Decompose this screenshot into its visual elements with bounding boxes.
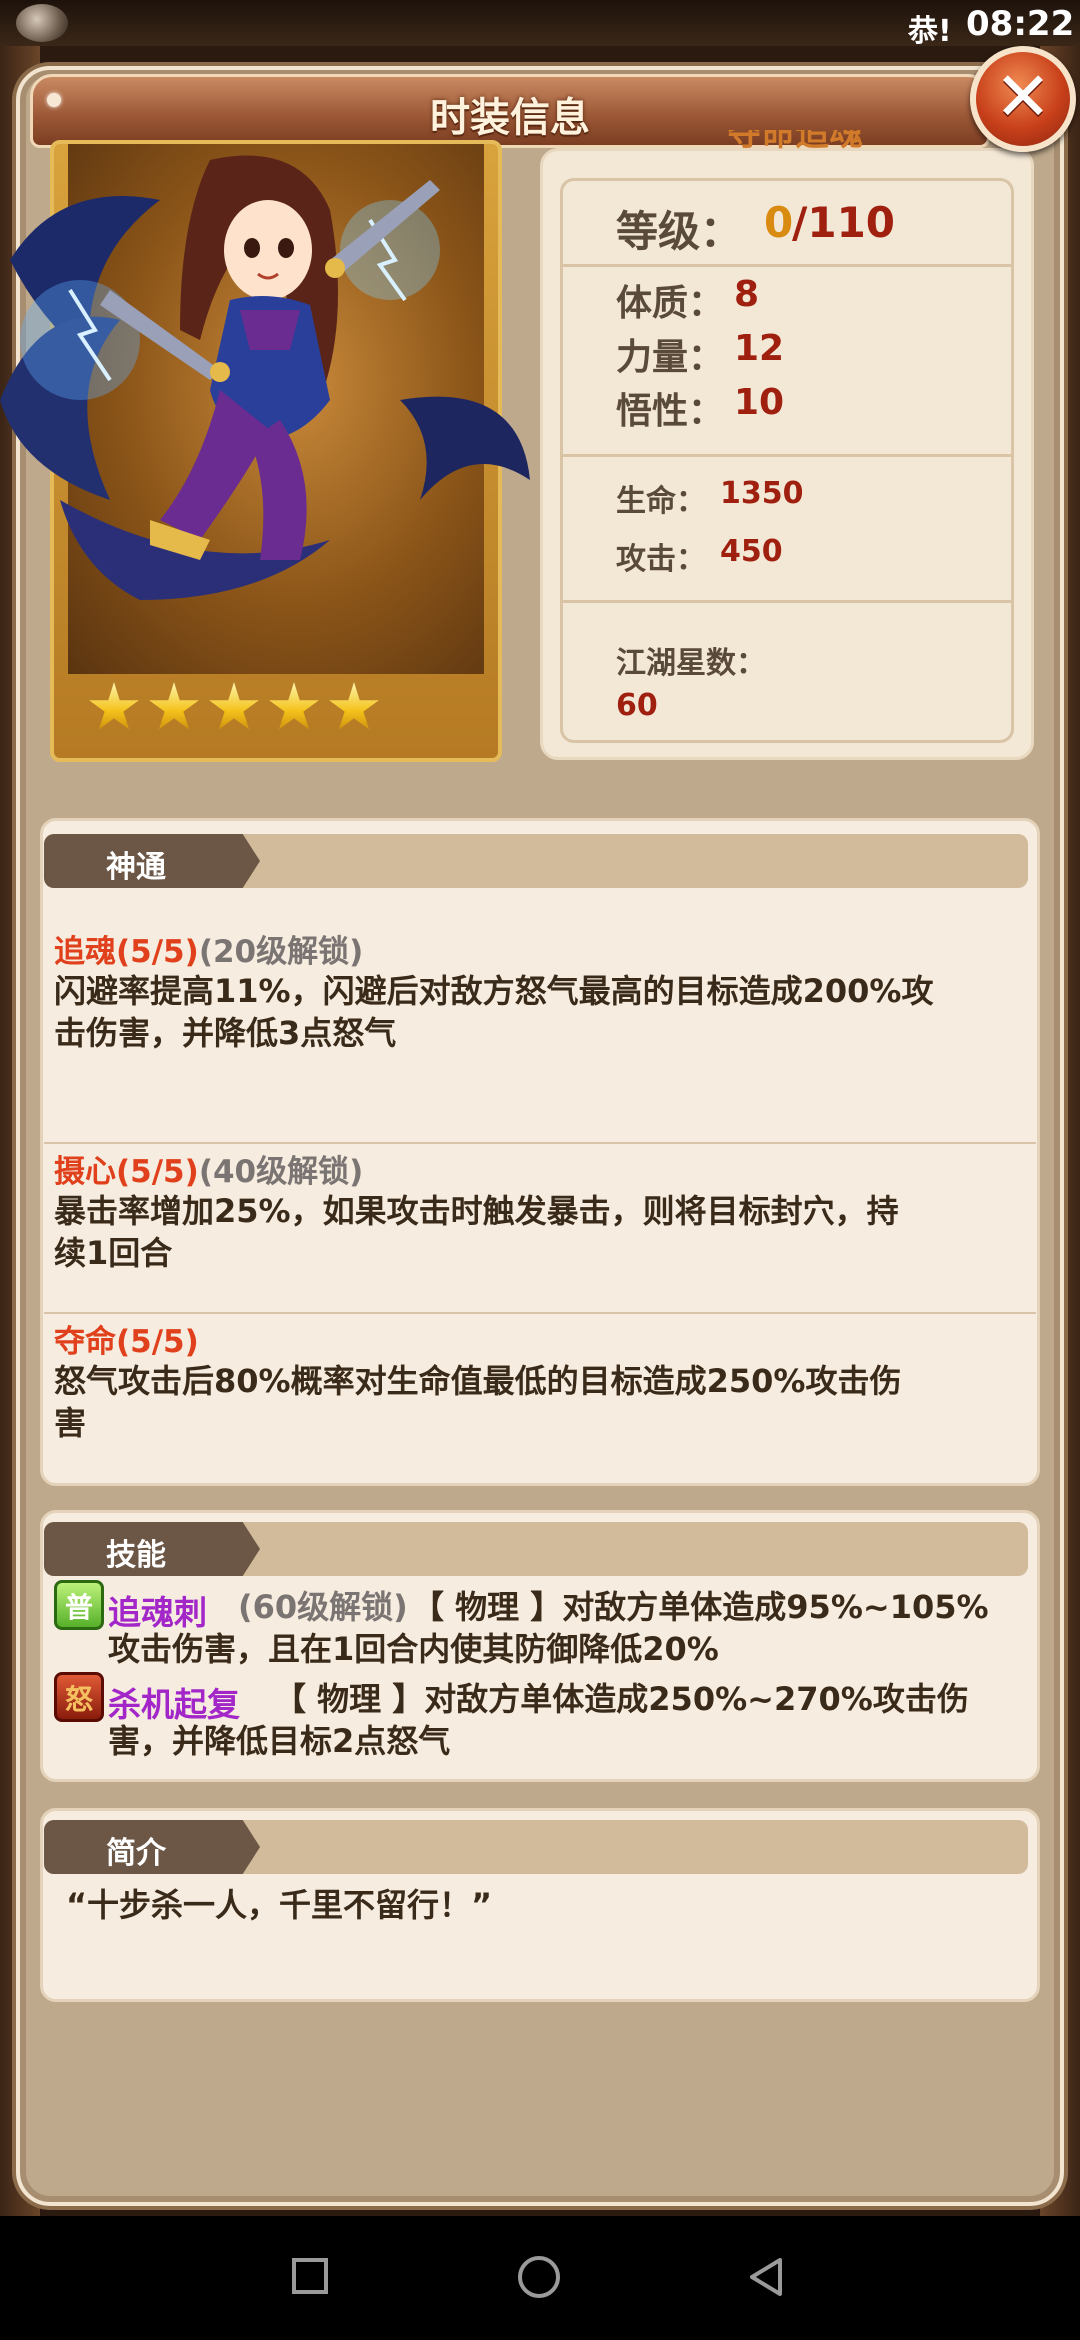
- skill-desc-line1: 【 物理 】对敌方单体造成250%~270%攻击伤: [274, 1680, 969, 1718]
- stats-divider: [563, 454, 1011, 457]
- skill-name: 杀机起复: [108, 1685, 240, 1724]
- jianghu-stars-value: 60: [616, 688, 658, 723]
- home-button[interactable]: [518, 2256, 560, 2298]
- skills-title: 技能: [106, 1538, 166, 1573]
- intro-quote: “十步杀一人，千里不留行！”: [66, 1886, 493, 1924]
- attack-label: 攻击：: [616, 542, 706, 577]
- rage-skill-icon[interactable]: 怒: [54, 1672, 104, 1722]
- hp-label: 生命：: [616, 484, 706, 519]
- passive-skill-desc: 暴击率增加25%，如果攻击时触发暴击，则将目标封穴，持 续1回合: [54, 1192, 899, 1272]
- back-button[interactable]: [746, 2256, 786, 2298]
- level-label: 等级：: [616, 207, 743, 256]
- skill-separator: [44, 1142, 1036, 1144]
- star-icon: [209, 682, 259, 730]
- attr-value-constitution: 8: [734, 274, 760, 315]
- recent-apps-button[interactable]: [292, 2258, 328, 2294]
- attr-value-strength: 12: [734, 328, 785, 369]
- shentong-tag: 神通: [44, 834, 260, 888]
- level-current: 0: [764, 198, 794, 247]
- skills-tag: 技能: [44, 1522, 260, 1576]
- star-icon: [149, 682, 199, 730]
- status-notification: 恭!: [908, 14, 952, 49]
- stats-divider: [563, 600, 1011, 603]
- attr-value-insight: 10: [734, 382, 785, 423]
- passive-skill-name: 夺命(5/5): [54, 1324, 199, 1360]
- star-icon: [329, 682, 379, 730]
- star-icon: [269, 682, 319, 730]
- passive-skill-name: 追魂(5/5)(20级解锁): [54, 934, 364, 970]
- status-time: 08:22: [966, 4, 1075, 44]
- level-max: /110: [792, 198, 896, 247]
- skill-lock: (60级解锁): [238, 1588, 408, 1626]
- attr-label-constitution: 体质：: [616, 283, 725, 324]
- jianghu-stars-label: 江湖星数：: [616, 646, 766, 681]
- skill-desc-line2: 害，并降低目标2点怒气: [108, 1722, 451, 1760]
- stats-divider: [563, 264, 1011, 267]
- skill-separator: [44, 1312, 1036, 1314]
- system-nav-bar: [0, 2216, 1080, 2340]
- attack-value: 450: [720, 534, 783, 569]
- close-button[interactable]: ✕: [970, 46, 1076, 152]
- passive-skill-desc: 闪避率提高11%，闪避后对敌方怒气最高的目标造成200%攻 击伤害，并降低3点怒气: [54, 972, 934, 1052]
- normal-attack-icon[interactable]: 普: [54, 1580, 104, 1630]
- skill-desc-line2: 攻击伤害，且在1回合内使其防御降低20%: [108, 1630, 719, 1668]
- attr-label-insight: 悟性：: [616, 391, 725, 432]
- status-bar: 恭! 08:22: [0, 0, 1080, 49]
- passive-skill-desc: 怒气攻击后80%概率对生命值最低的目标造成250%攻击伤害: [54, 1362, 902, 1442]
- intro-tag: 简介: [44, 1820, 260, 1874]
- app-avatar-icon: [16, 4, 68, 42]
- hp-value: 1350: [720, 476, 804, 511]
- attr-label-strength: 力量：: [616, 337, 725, 378]
- skill-desc-line1: 【 物理 】对敌方单体造成95%~105%: [412, 1588, 989, 1626]
- star-icon: [89, 682, 139, 730]
- passive-skill-name: 摄心(5/5)(40级解锁): [54, 1154, 364, 1190]
- costume-name-cut: 夺命追魂: [727, 130, 863, 154]
- character-illustration: [0, 155, 530, 600]
- intro-title: 简介: [106, 1836, 166, 1871]
- shentong-title: 神通: [106, 850, 166, 885]
- skill-name: 追魂刺: [108, 1593, 207, 1632]
- star-rating: [88, 682, 380, 734]
